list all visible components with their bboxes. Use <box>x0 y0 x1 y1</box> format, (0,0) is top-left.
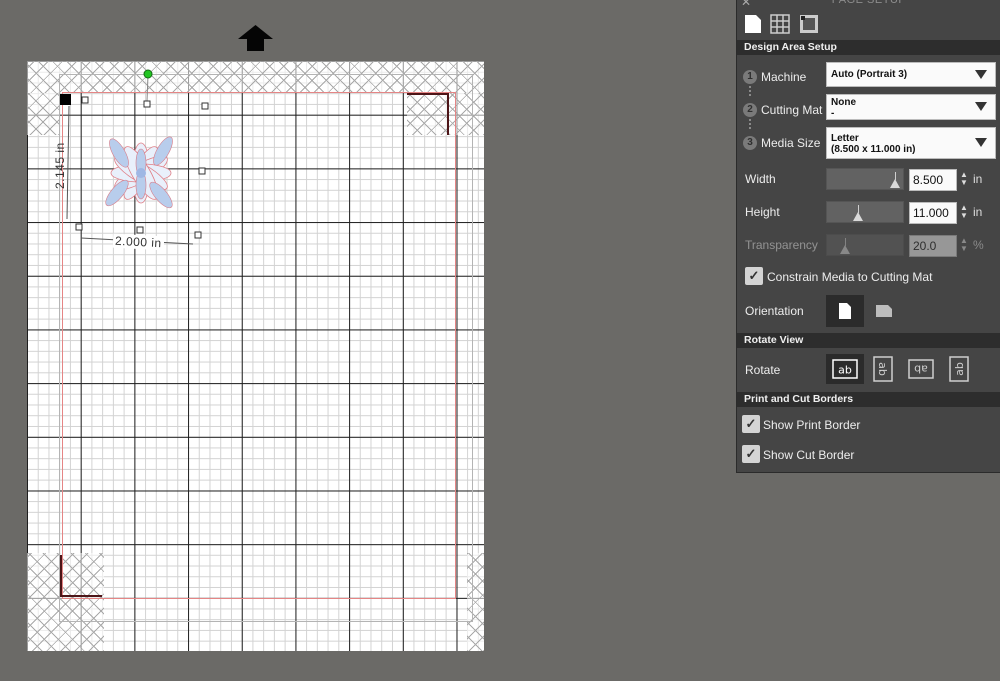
close-icon[interactable]: ✕ <box>741 0 751 9</box>
rotate-90-button[interactable]: ab <box>864 354 902 384</box>
height-label: Height <box>745 205 780 219</box>
height-unit: in <box>973 205 983 219</box>
page-setup-panel: PAGE SETUP ✕ Design Area Setup 1 Machine… <box>736 0 1000 473</box>
svg-text:ab: ab <box>914 363 928 376</box>
width-dimension-label: 2.000 in <box>112 233 165 251</box>
tab-grid-icon[interactable] <box>769 13 791 35</box>
media-size-dimensions: (8.500 x 11.000 in) <box>831 144 916 155</box>
handle-bottom-mid <box>136 226 144 234</box>
rotate-90-icon: ab <box>873 356 893 382</box>
svg-text:ab: ab <box>876 362 889 376</box>
width-stepper[interactable]: ▲ ▼ <box>959 171 969 187</box>
show-print-border-checkbox[interactable]: ✓ <box>742 415 760 433</box>
landscape-page-icon <box>876 305 892 317</box>
handle-top-left <box>81 96 89 104</box>
constrain-media-checkbox[interactable]: ✓ <box>745 267 763 285</box>
cutting-mat-sub: - <box>831 108 835 119</box>
step-2-badge: 2 <box>743 103 757 117</box>
chevron-down-icon <box>975 138 987 147</box>
rotate-270-icon: ab <box>949 356 969 382</box>
machine-label: Machine <box>761 70 807 84</box>
step-connector <box>749 86 753 96</box>
cutting-mat-value: None <box>831 97 856 108</box>
media-size-select[interactable]: Letter (8.500 x 11.000 in) <box>826 127 996 159</box>
print-cut-borders-header: Print and Cut Borders <box>737 392 1000 407</box>
handle-mid-right <box>198 167 206 175</box>
cutting-mat-label: Cutting Mat <box>761 103 823 117</box>
handle-top-mid <box>143 100 151 108</box>
transparency-slider-thumb[interactable] <box>840 245 850 254</box>
up-arrow-icon <box>238 25 273 51</box>
transparency-label: Transparency <box>745 238 818 252</box>
rotate-180-button[interactable]: ab <box>902 354 940 384</box>
handle-top-right <box>201 102 209 110</box>
width-input[interactable]: 8.500 <box>909 169 957 191</box>
media-size-value: Letter <box>831 133 859 144</box>
show-cut-border-checkbox[interactable]: ✓ <box>742 445 760 463</box>
rotate-0-icon: ab <box>832 359 858 379</box>
cutting-mat-select[interactable]: None - <box>826 94 996 120</box>
step-1-badge: 1 <box>743 70 757 84</box>
orientation-landscape-button[interactable] <box>865 295 903 327</box>
portrait-page-icon <box>839 303 851 319</box>
tab-registration-marks-icon[interactable] <box>798 13 820 35</box>
transparency-input[interactable]: 20.0 <box>909 235 957 257</box>
show-print-border-label: Show Print Border <box>763 418 861 432</box>
transparency-stepper[interactable]: ▲ ▼ <box>959 237 969 253</box>
machine-select[interactable]: Auto (Portrait 3) <box>826 62 996 87</box>
rotate-0-button[interactable]: ab <box>826 354 864 384</box>
rotate-label: Rotate <box>745 363 781 377</box>
handle-bottom-right <box>194 231 202 239</box>
registration-corner-top-right <box>407 93 449 135</box>
snowflake-flower-graphic <box>105 136 173 209</box>
show-cut-border-label: Show Cut Border <box>763 448 855 462</box>
width-slider[interactable] <box>826 168 904 190</box>
height-slider[interactable] <box>826 201 904 223</box>
rotate-handle <box>143 69 153 79</box>
svg-text:ab: ab <box>953 362 966 376</box>
rotate-view-header: Rotate View <box>737 333 1000 348</box>
rotate-270-button[interactable]: ab <box>940 354 978 384</box>
machine-value: Auto (Portrait 3) <box>831 69 908 80</box>
transparency-unit: % <box>973 238 984 252</box>
rotate-180-icon: ab <box>908 359 934 379</box>
chevron-down-icon <box>975 69 987 79</box>
svg-text:ab: ab <box>838 364 852 377</box>
chevron-down-icon <box>975 102 987 111</box>
width-label: Width <box>745 172 776 186</box>
selected-design[interactable] <box>55 61 245 261</box>
handle-bottom-left <box>75 223 83 231</box>
width-unit: in <box>973 172 983 186</box>
tab-page-icon[interactable] <box>742 13 764 35</box>
cutting-mat-canvas[interactable]: 2.145 in 2.000 in <box>27 61 484 651</box>
registration-corner-bottom-left <box>60 555 102 597</box>
rotate-handle-line <box>146 74 149 102</box>
height-stepper[interactable]: ▲ ▼ <box>959 204 969 220</box>
height-slider-thumb[interactable] <box>853 212 863 221</box>
height-dimension-label: 2.145 in <box>53 142 67 189</box>
media-size-label: Media Size <box>761 136 821 150</box>
width-slider-thumb[interactable] <box>890 179 900 188</box>
constrain-media-label: Constrain Media to Cutting Mat <box>767 270 933 284</box>
orientation-portrait-button[interactable] <box>826 295 864 327</box>
panel-title: PAGE SETUP <box>831 0 907 6</box>
transparency-slider[interactable] <box>826 234 904 256</box>
orientation-label: Orientation <box>745 304 804 318</box>
design-area-setup-header: Design Area Setup <box>737 40 1000 55</box>
height-input[interactable]: 11.000 <box>909 202 957 224</box>
step-3-badge: 3 <box>743 136 757 150</box>
step-connector <box>749 119 753 129</box>
